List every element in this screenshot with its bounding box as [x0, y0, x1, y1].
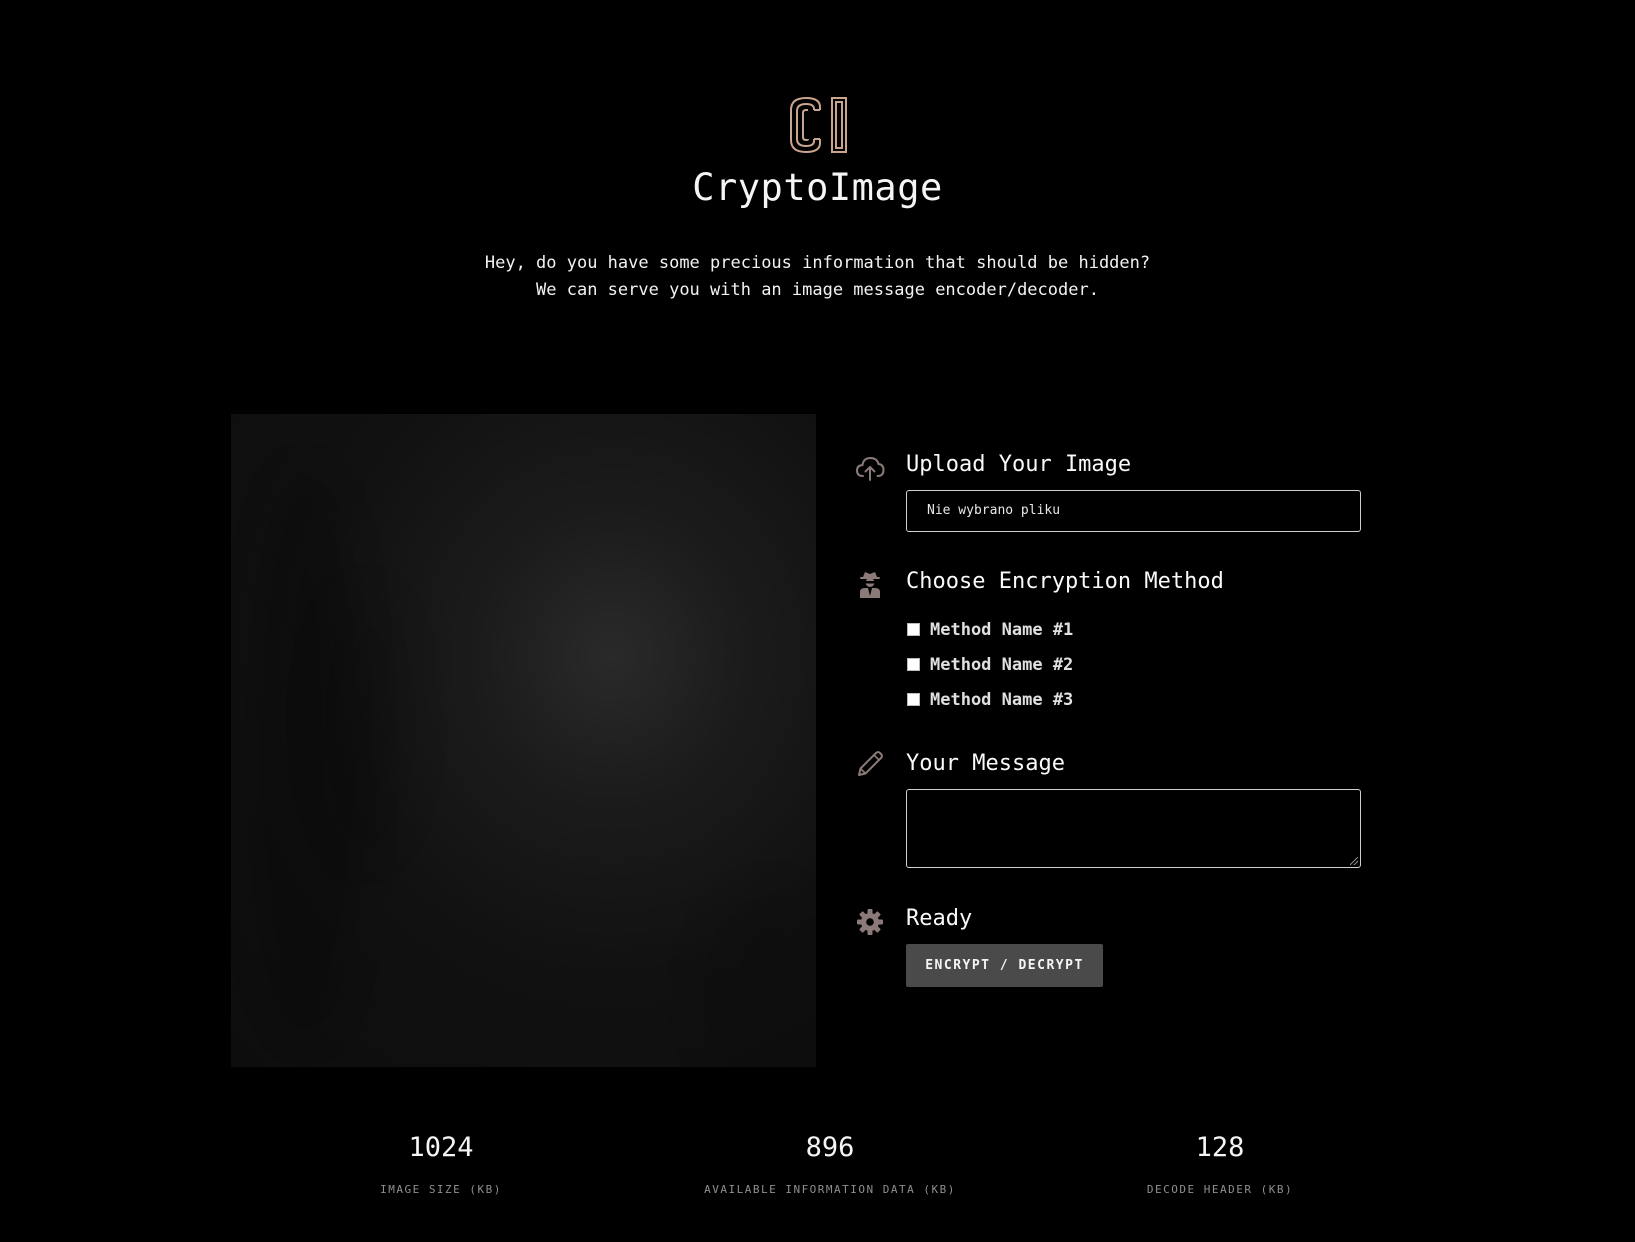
- gear-icon: [855, 907, 885, 937]
- method-list: Method Name #1 Method Name #2 Method Nam…: [906, 612, 1073, 717]
- stat-value: 1024: [408, 1132, 474, 1163]
- message-textarea[interactable]: [906, 789, 1361, 868]
- cloud-upload-icon: [855, 454, 885, 484]
- intro-text: Hey, do you have some precious informati…: [0, 250, 1635, 304]
- method-option-3[interactable]: Method Name #3: [906, 682, 1073, 717]
- stat-label: DECODE HEADER (KB): [1146, 1183, 1294, 1196]
- encrypt-decrypt-button[interactable]: ENCRYPT / DECRYPT: [906, 944, 1103, 987]
- intro-line-2: We can serve you with an image message e…: [536, 280, 1099, 300]
- method-label-1: Method Name #1: [930, 619, 1074, 640]
- file-input[interactable]: Nie wybrano pliku: [906, 490, 1361, 532]
- method-label-3: Method Name #3: [930, 689, 1074, 710]
- pencil-icon: [855, 749, 885, 779]
- stat-available-data: 896 AVAILABLE INFORMATION DATA (KB): [630, 1130, 1030, 1196]
- method-option-2[interactable]: Method Name #2: [906, 647, 1073, 682]
- upload-title: Upload Your Image: [906, 452, 1132, 477]
- message-title: Your Message: [906, 751, 1065, 776]
- app-title: CryptoImage: [692, 166, 943, 209]
- method-option-1[interactable]: Method Name #1: [906, 612, 1073, 647]
- resize-grip[interactable]: [1350, 857, 1358, 865]
- stat-image-size: 1024 IMAGE SIZE (KB): [241, 1130, 641, 1196]
- intro-line-1: Hey, do you have some precious informati…: [484, 253, 1151, 273]
- method-label-2: Method Name #2: [930, 654, 1074, 675]
- stat-value: 896: [805, 1132, 855, 1163]
- logo: [0, 96, 1635, 154]
- stat-decode-header: 128 DECODE HEADER (KB): [1020, 1130, 1420, 1196]
- stat-label: AVAILABLE INFORMATION DATA (KB): [704, 1183, 956, 1196]
- stat-value: 128: [1195, 1132, 1245, 1163]
- ready-title: Ready: [906, 906, 973, 931]
- method-checkbox-1[interactable]: [907, 623, 920, 636]
- ci-logo-icon: [789, 96, 847, 154]
- stat-label: IMAGE SIZE (KB): [380, 1183, 502, 1196]
- image-preview: [231, 414, 816, 1067]
- method-checkbox-2[interactable]: [907, 658, 920, 671]
- encryption-title: Choose Encryption Method: [906, 569, 1224, 594]
- spy-icon: [855, 570, 885, 600]
- method-checkbox-3[interactable]: [907, 693, 920, 706]
